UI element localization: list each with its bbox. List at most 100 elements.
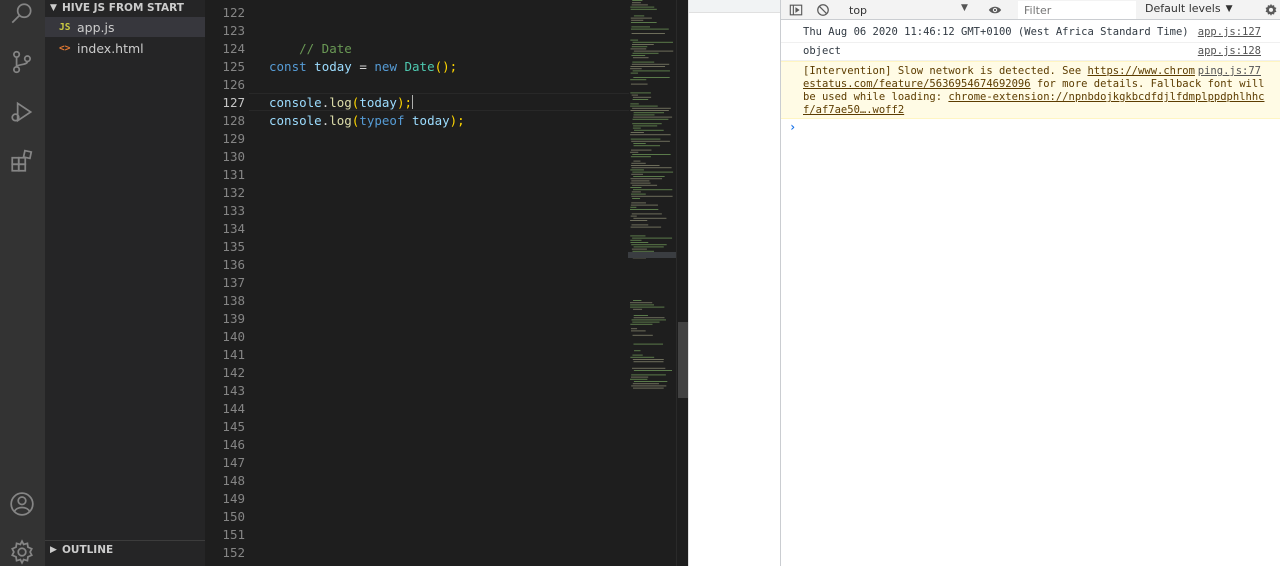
minimap-line [631,33,665,34]
eye-icon[interactable] [987,2,1003,18]
close-paren: ); [449,113,465,128]
minimap-line [633,129,664,131]
chevron-down-icon: ▼ [50,3,57,13]
console-object: console [269,95,322,110]
minimap-line [633,145,661,147]
sidebar-toggle-icon[interactable] [788,2,804,18]
file-item-index-html[interactable]: <> index.html [45,38,205,58]
minimap-line [632,0,643,1]
file-name: index.html [77,40,144,56]
minimap-line [631,224,649,226]
extensions-icon[interactable] [8,147,36,175]
warning-line-2: estatus.com/feature/5636954674692096 for… [803,78,1264,91]
call-parens: (); [434,59,458,74]
explorer-folder-header[interactable]: ▼ HIVE JS FROM START [45,0,205,16]
minimap-line [632,96,652,98]
minimap-line [633,217,667,219]
minimap[interactable] [628,0,676,566]
minimap-line [632,52,659,54]
console-settings-gear-icon[interactable] [1263,2,1279,18]
settings-gear-icon[interactable] [8,538,36,566]
minimap-line [631,63,670,65]
minimap-line [632,99,649,100]
line-number: 151 [222,527,245,542]
minimap-line [633,189,673,191]
minimap-line [633,300,642,301]
keyword-typeof: typeof [359,113,405,128]
minimap-line [632,198,641,199]
account-icon[interactable] [8,490,36,518]
dropdown-arrow-icon: ▼ [961,3,968,13]
line-number: 128 [222,113,245,128]
minimap-line [630,134,671,136]
source-link[interactable]: app.js:128 [1198,45,1261,58]
minimap-line [632,123,662,125]
minimap-line [630,220,648,221]
file-name: app.js [77,19,115,35]
outline-section-header[interactable]: ▶ OUTLINE [45,540,205,558]
editor-scrollbar[interactable] [676,0,688,566]
minimap-viewport[interactable] [628,252,676,258]
extension-font-link-cont[interactable]: f/af7ae50….woff2 [803,104,904,116]
line-number: 142 [222,365,245,380]
javascript-file-icon: JS [59,21,71,33]
minimap-line [630,215,637,217]
minimap-line [632,154,671,155]
run-debug-icon[interactable] [8,98,36,126]
line-number: 150 [222,509,245,524]
minimap-line [632,237,673,239]
clear-console-icon[interactable] [815,2,831,18]
context-label: top [849,3,868,17]
minimap-line [630,83,648,85]
minimap-line [631,26,651,28]
minimap-line [631,162,646,164]
chromestatus-link[interactable]: https://www.chrom [1087,65,1194,77]
console-message: object app.js:128 [781,43,1280,61]
minimap-line [630,209,659,210]
minimap-line [632,57,649,59]
filter-input[interactable] [1018,1,1136,19]
argument-today: today [359,95,397,110]
line-number: 131 [222,167,245,182]
minimap-line [630,239,642,241]
minimap-line [630,132,644,133]
log-levels-dropdown[interactable]: Default levels ▼ [1145,2,1233,15]
minimap-line [630,6,655,8]
source-link[interactable]: ping.js:77 [1198,65,1261,78]
console-object: console [269,113,322,128]
minimap-line [633,315,648,316]
minimap-line [631,94,638,96]
source-control-icon[interactable] [8,48,36,76]
line-number: 148 [222,473,245,488]
scrollbar-thumb[interactable] [678,322,688,398]
file-item-app-js[interactable]: JS app.js [45,17,205,37]
search-icon[interactable] [8,0,36,28]
argument-today: today [412,113,450,128]
minimap-line [631,173,644,175]
console-prompt-chevron-icon[interactable]: › [789,120,796,134]
minimap-line [631,180,650,182]
line-number: 149 [222,491,245,506]
code-editor[interactable]: 122 123 124 125 126 127 128 129 130 131 132 133 134 1… [205,0,688,566]
source-link[interactable]: app.js:127 [1198,26,1261,39]
minimap-line [633,317,665,319]
minimap-line [630,39,639,41]
minimap-line [631,46,648,48]
line-number: 143 [222,383,245,398]
minimap-line [630,376,649,378]
minimap-line [632,184,658,186]
minimap-line [630,330,646,332]
minimap-line [630,378,648,380]
extension-font-link[interactable]: chrome-extension://npnbdojkgkbcdfdjlfdmp… [948,91,1264,103]
minimap-line [630,110,669,111]
minimap-line [630,206,637,208]
console-toolbar: top ▼ Default levels ▼ [781,0,1280,20]
minimap-line [630,304,655,306]
chromestatus-link-cont[interactable]: estatus.com/feature/5636954674692096 [803,78,1031,90]
devtools-console: top ▼ Default levels ▼ Thu Aug 06 2020 1… [780,0,1280,566]
context-selector[interactable]: top [843,2,973,18]
minimap-line [631,202,646,204]
variable-today: today [314,59,352,74]
minimap-line [633,160,641,162]
log-text: Thu Aug 06 2020 11:46:12 GMT+0100 (West … [803,26,1189,38]
